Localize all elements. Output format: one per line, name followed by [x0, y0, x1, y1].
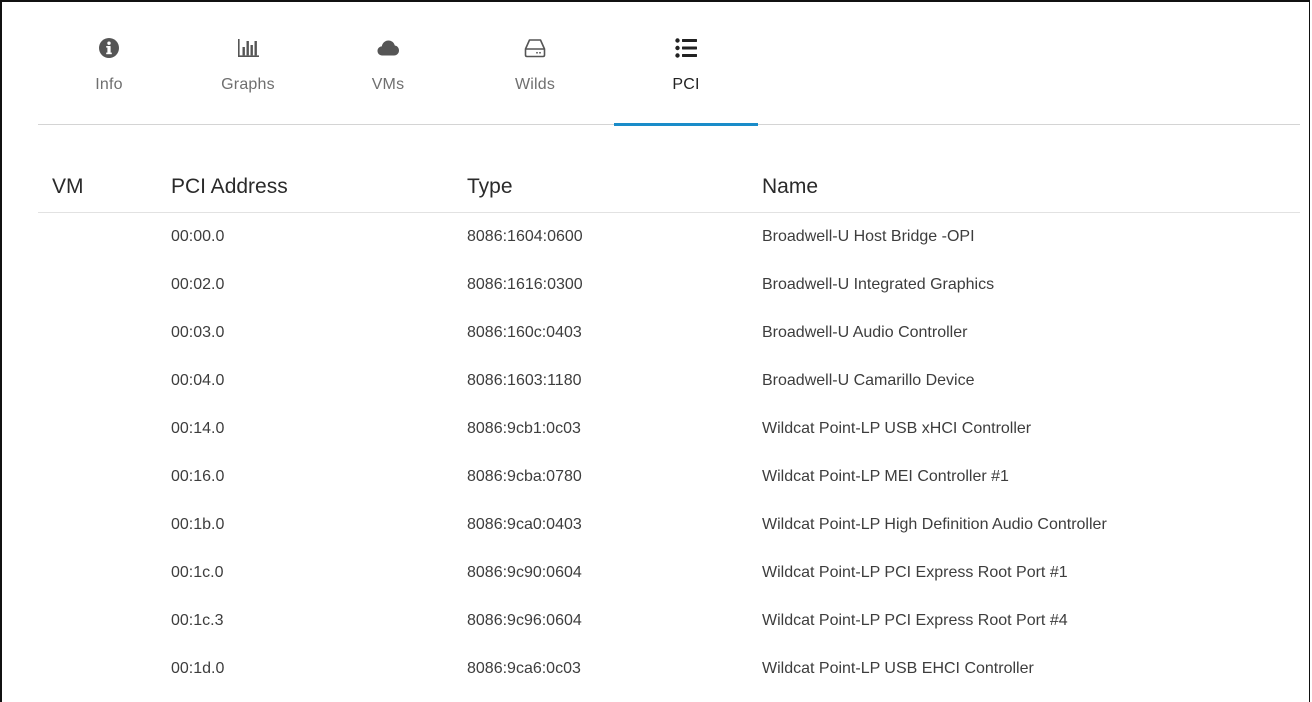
- cell-name: Broadwell-U Host Bridge -OPI: [762, 228, 975, 245]
- bar-chart-icon: [238, 39, 259, 57]
- info-circle-icon: [99, 38, 119, 58]
- tab-vms-label: VMs: [371, 76, 405, 93]
- cell-type: 8086:1604:0600: [467, 228, 583, 245]
- cell-type: 8086:9cb1:0c03: [467, 420, 581, 437]
- cell-type: 8086:160c:0403: [467, 324, 582, 341]
- cell-pci-address: 00:1b.0: [171, 516, 225, 533]
- cell-name: Wildcat Point-LP MEI Controller #1: [762, 468, 1009, 485]
- cell-pci-address: 00:1d.0: [171, 660, 225, 677]
- hard-drive-icon: [524, 39, 546, 58]
- tab-graphs[interactable]: Graphs: [208, 36, 288, 124]
- cell-name: Wildcat Point-LP PCI Express Root Port #…: [762, 612, 1068, 629]
- cell-pci-address: 00:02.0: [171, 276, 225, 293]
- cell-name: Wildcat Point-LP USB EHCI Controller: [762, 660, 1034, 677]
- tab-vms[interactable]: VMs: [357, 36, 419, 124]
- column-header-vm[interactable]: VM: [52, 175, 84, 199]
- table-row[interactable]: 00:04.0 8086:1603:1180 Broadwell-U Camaril…: [38, 357, 1300, 405]
- cell-name: Wildcat Point-LP High Definition Audio C…: [762, 516, 1107, 533]
- tab-pci-label: PCI: [672, 76, 700, 93]
- cell-name: Broadwell-U Camarillo Device: [762, 372, 975, 389]
- column-header-type[interactable]: Type: [467, 175, 513, 199]
- cell-name: Broadwell-U Integrated Graphics: [762, 276, 995, 293]
- table-header: VM PCI Address Type Name: [38, 160, 1300, 213]
- cell-type: 8086:9ca0:0403: [467, 516, 582, 533]
- pci-table: VM PCI Address Type Name 00:00.0 8086:160…: [38, 160, 1300, 693]
- table-body: 00:00.0 8086:1604:0600 Broadwell-U Host Br…: [38, 213, 1300, 693]
- tab-info[interactable]: Info: [78, 36, 140, 124]
- cell-pci-address: 00:03.0: [171, 324, 225, 341]
- table-row[interactable]: 00:03.0 8086:160c:0403 Broadwell-U Audio C…: [38, 309, 1300, 357]
- cell-pci-address: 00:04.0: [171, 372, 225, 389]
- table-row[interactable]: 00:16.0 8086:9cba:0780 Wildcat Point-LP ME…: [38, 453, 1300, 501]
- table-row[interactable]: 00:1c.3 8086:9c96:0604 Wildcat Point-LP PC…: [38, 597, 1300, 645]
- cell-pci-address: 00:16.0: [171, 468, 225, 485]
- cell-type: 8086:9c96:0604: [467, 612, 582, 629]
- column-header-pci-address[interactable]: PCI Address: [171, 175, 288, 199]
- table-row[interactable]: 00:02.0 8086:1616:0300 Broadwell-U Integra…: [38, 261, 1300, 309]
- cell-pci-address: 00:00.0: [171, 228, 225, 245]
- cell-name: Wildcat Point-LP PCI Express Root Port #…: [762, 564, 1068, 581]
- table-row[interactable]: 00:14.0 8086:9cb1:0c03 Wildcat Point-LP US…: [38, 405, 1300, 453]
- tab-bar: Info Graphs VMs Wilds PCI: [38, 2, 1300, 126]
- column-header-name[interactable]: Name: [762, 175, 818, 199]
- table-row[interactable]: 00:1b.0 8086:9ca0:0403 Wildcat Point-LP Hi…: [38, 501, 1300, 549]
- cell-type: 8086:9ca6:0c03: [467, 660, 581, 677]
- tab-pci[interactable]: PCI: [614, 36, 758, 126]
- cell-type: 8086:9cba:0780: [467, 468, 582, 485]
- cell-name: Broadwell-U Audio Controller: [762, 324, 968, 341]
- cell-pci-address: 00:14.0: [171, 420, 225, 437]
- cell-pci-address: 00:1c.3: [171, 612, 224, 629]
- tab-wilds[interactable]: Wilds: [500, 36, 570, 124]
- table-row[interactable]: 00:1c.0 8086:9c90:0604 Wildcat Point-LP PC…: [38, 549, 1300, 597]
- cloud-icon: [377, 40, 399, 56]
- tab-wilds-label: Wilds: [514, 76, 556, 93]
- cell-name: Wildcat Point-LP USB xHCI Controller: [762, 420, 1032, 437]
- cell-type: 8086:1603:1180: [467, 372, 582, 389]
- tab-info-label: Info: [95, 76, 123, 93]
- table-row[interactable]: 00:00.0 8086:1604:0600 Broadwell-U Host Br…: [38, 213, 1300, 261]
- cell-type: 8086:9c90:0604: [467, 564, 582, 581]
- cell-type: 8086:1616:0300: [467, 276, 583, 293]
- list-icon: [675, 38, 697, 58]
- cell-pci-address: 00:1c.0: [171, 564, 224, 581]
- table-row[interactable]: 00:1d.0 8086:9ca6:0c03 Wildcat Point-LP US…: [38, 645, 1300, 693]
- tab-graphs-label: Graphs: [221, 76, 275, 93]
